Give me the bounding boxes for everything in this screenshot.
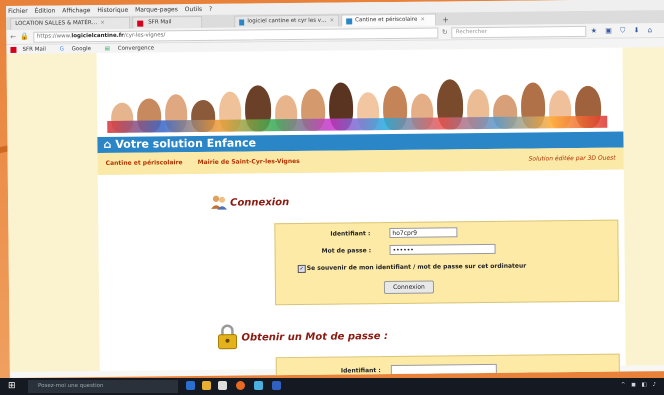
browser-window: Fichier Édition Affichage Historique Mar…: [6, 0, 664, 378]
sfr-icon: [137, 20, 144, 27]
password-label: Mot de passe :: [321, 247, 372, 255]
close-icon[interactable]: ×: [420, 15, 425, 26]
search-bar[interactable]: Rechercher: [451, 25, 587, 38]
firefox-icon[interactable]: [236, 381, 245, 390]
taskbar-search-placeholder: Posez-moi une question: [38, 383, 104, 389]
site-icon: [346, 17, 353, 24]
password-request-form: Identifiant :: [275, 353, 621, 378]
folder-icon: ▤: [104, 45, 112, 52]
bookmark-convergence[interactable]: ▤ Convergence: [105, 45, 160, 52]
menu-item-affichage[interactable]: Affichage: [62, 7, 90, 14]
menu-item-aide[interactable]: ?: [209, 6, 212, 13]
editor-credit: Solution éditée par 3D Ouest: [528, 154, 616, 163]
toolbar-icons[interactable]: ★ ▣ ⛉ ⬇ ⌂: [591, 26, 655, 36]
url-domain: logicielcantine.fr: [71, 32, 124, 39]
app-icon[interactable]: [272, 381, 281, 390]
close-icon[interactable]: ×: [100, 18, 105, 29]
new-tab-button[interactable]: +: [438, 14, 453, 25]
login-button[interactable]: Connexion: [383, 280, 435, 295]
web-page: ⌂ Votre solution Enfance Cantine et péris…: [6, 47, 664, 378]
bookmark-label: SFR Mail: [22, 46, 46, 53]
padlock-icon: [217, 324, 238, 350]
store-icon[interactable]: [218, 381, 227, 390]
lock-icon: 🔒: [20, 32, 29, 41]
password-field[interactable]: ••••••: [389, 243, 496, 255]
request-username-field[interactable]: [390, 363, 497, 375]
tab-sfr-mail[interactable]: SFR Mail: [132, 15, 203, 29]
nav-link-mairie[interactable]: Mairie de Saint-Cyr-les-Vignes: [198, 151, 300, 174]
username-field[interactable]: ho7cpr9: [389, 227, 458, 238]
menu-item-outils[interactable]: Outils: [185, 6, 202, 13]
edge-icon[interactable]: [186, 381, 195, 390]
file-explorer-icon[interactable]: [202, 381, 211, 390]
address-bar[interactable]: https://www.logicielcantine.fr/cyr-les-v…: [32, 26, 438, 43]
taskbar-search[interactable]: Posez-moi une question: [28, 380, 178, 393]
tab-label: Cantine et périscolaire: [355, 16, 418, 24]
login-form: Identifiant : ho7cpr9 Mot de passe : •••…: [274, 219, 620, 306]
sub-navigation: Cantine et périscolaire Mairie de Saint-…: [97, 147, 624, 176]
tab-label: SFR Mail: [148, 19, 172, 26]
windows-taskbar: ⊞ Posez-moi une question ^ ◼ ◧ ♪: [0, 378, 664, 395]
remember-me-label: Se souvenir de mon identifiant / mot de …: [306, 262, 527, 272]
site-icon: [239, 19, 245, 26]
bookmark-google[interactable]: G Google: [60, 46, 97, 52]
system-tray[interactable]: ^ ◼ ◧ ♪: [621, 382, 658, 388]
back-arrow-icon[interactable]: ←: [10, 33, 16, 41]
menu-item-marque-pages[interactable]: Marque-pages: [135, 6, 178, 13]
users-icon: [211, 195, 228, 210]
request-username-label: Identifiant :: [340, 367, 381, 375]
sfr-icon: [10, 46, 17, 53]
menu-item-fichier[interactable]: Fichier: [8, 8, 28, 15]
windows-start-icon[interactable]: ⊞: [8, 381, 18, 391]
home-icon[interactable]: ⌂: [103, 137, 111, 153]
menu-item-edition[interactable]: Édition: [35, 7, 56, 14]
login-heading: Connexion: [230, 197, 290, 209]
tab-label: LOCATION SALLES & MATÉR…: [15, 20, 98, 27]
google-icon: G: [59, 46, 66, 53]
reload-icon[interactable]: ↻: [442, 28, 448, 36]
password-heading: Obtenir un Mot de passe :: [241, 331, 389, 344]
children-banner-image: [97, 70, 624, 134]
bookmark-sfr-mail[interactable]: SFR Mail: [10, 46, 51, 53]
nav-link-cantine[interactable]: Cantine et périscolaire: [106, 152, 183, 175]
url-path: /cyr-les-vignes/: [123, 31, 166, 39]
url-prefix: https://www.: [36, 32, 72, 40]
tab-cantine-periscolaire[interactable]: Cantine et périscolaire ×: [341, 13, 437, 27]
page-title: Votre solution Enfance: [115, 136, 257, 151]
tab-label: logiciel cantine et cyr les v…: [247, 17, 327, 25]
bookmark-label: Google: [71, 46, 92, 53]
page-content: ⌂ Votre solution Enfance Cantine et péris…: [96, 47, 626, 378]
tab-location-salles[interactable]: LOCATION SALLES & MATÉR… ×: [10, 16, 131, 30]
menu-item-historique[interactable]: Historique: [97, 7, 128, 14]
search-placeholder: Rechercher: [455, 28, 487, 35]
close-icon[interactable]: ×: [330, 16, 335, 27]
app-icon[interactable]: [254, 381, 263, 390]
username-label: Identifiant :: [330, 230, 371, 238]
remember-me-checkbox[interactable]: ✓: [297, 264, 306, 273]
bookmark-label: Convergence: [117, 45, 155, 52]
tab-logiciel-cantine[interactable]: logiciel cantine et cyr les v… ×: [234, 14, 340, 28]
